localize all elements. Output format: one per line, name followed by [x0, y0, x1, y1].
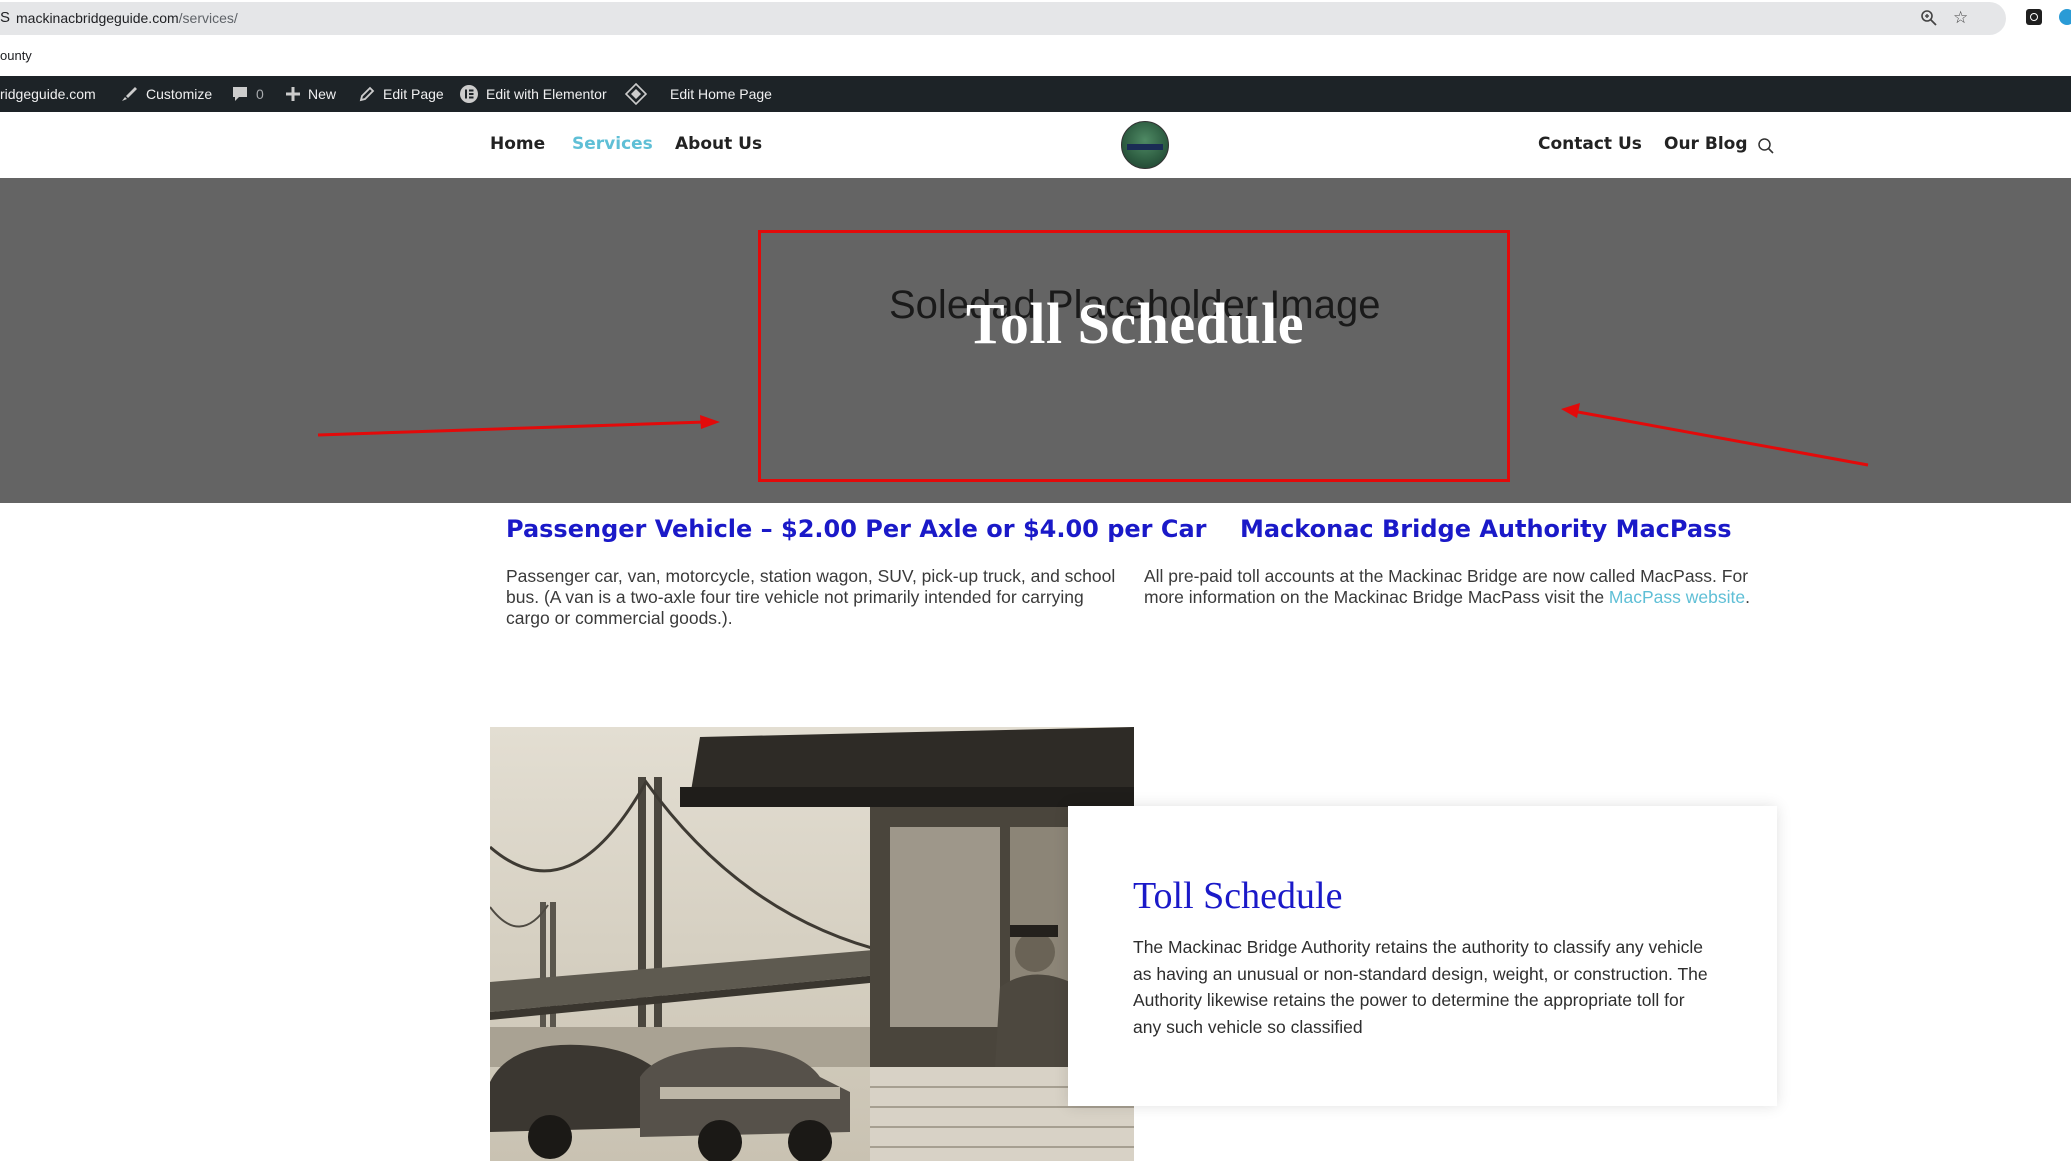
macpass-text: All pre-paid toll accounts at the Mackin…	[1144, 566, 1774, 608]
toll-schedule-card: Toll Schedule The Mackinac Bridge Author…	[1068, 806, 1777, 1106]
macpass-link[interactable]: MacPass website	[1609, 587, 1745, 607]
annotation-arrow-left	[317, 420, 706, 437]
macpass-text-after: .	[1745, 587, 1750, 607]
annotation-arrow-right	[1577, 410, 1869, 467]
toll-booth-illustration	[490, 727, 1134, 1161]
annotation-arrowhead-right	[1561, 403, 1580, 418]
card-text: The Mackinac Bridge Authority retains th…	[1133, 937, 1708, 1037]
macpass-title: Mackonac Bridge Authority MacPass	[1240, 515, 1732, 543]
passenger-title: Passenger Vehicle – $2.00 Per Axle or $4…	[506, 515, 1207, 543]
card-title: Toll Schedule	[1133, 875, 1343, 917]
toll-booth-photo	[490, 727, 1134, 1161]
passenger-text: Passenger car, van, motorcycle, station …	[506, 566, 1116, 628]
annotation-arrowhead-left	[700, 415, 720, 429]
